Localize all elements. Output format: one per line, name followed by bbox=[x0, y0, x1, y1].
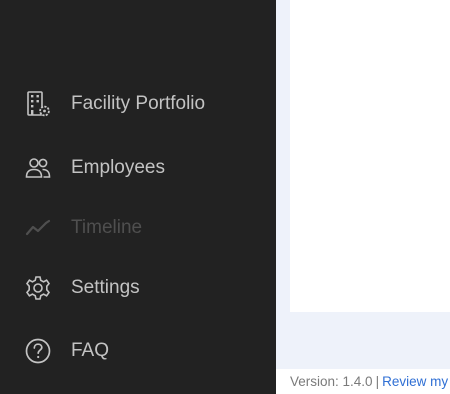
sidebar-item-faq[interactable]: FAQ bbox=[0, 329, 276, 373]
sidebar-item-label: Settings bbox=[71, 277, 140, 298]
sidebar-item-label: Timeline bbox=[71, 217, 143, 238]
sidebar-item-label: Facility Portfolio bbox=[71, 93, 206, 114]
footer: Version: 1.4.0 | Review my bbox=[276, 369, 450, 394]
review-link[interactable]: Review my bbox=[382, 374, 448, 389]
people-icon bbox=[25, 155, 51, 181]
main-content-panel bbox=[290, 0, 450, 312]
sidebar-item-label: Employees bbox=[71, 157, 165, 178]
sidebar-item-settings[interactable]: Settings bbox=[0, 266, 276, 310]
building-gear-icon bbox=[25, 91, 51, 117]
sidebar-item-facility-portfolio[interactable]: Facility Portfolio bbox=[0, 82, 276, 126]
footer-separator: | bbox=[375, 374, 380, 389]
question-circle-icon bbox=[25, 338, 51, 364]
sidebar-item-label: FAQ bbox=[71, 340, 110, 361]
footer-text: Version: 1.4.0 | Review my bbox=[290, 374, 448, 389]
sidebar-item-employees[interactable]: Employees bbox=[0, 146, 276, 190]
version-text: Version: 1.4.0 bbox=[290, 374, 373, 389]
sidebar-item-timeline: Timeline bbox=[0, 206, 276, 250]
gear-icon bbox=[25, 275, 51, 301]
sidebar: Facility Portfolio Employees Timeline Se… bbox=[0, 0, 276, 394]
trend-line-icon bbox=[25, 215, 51, 241]
